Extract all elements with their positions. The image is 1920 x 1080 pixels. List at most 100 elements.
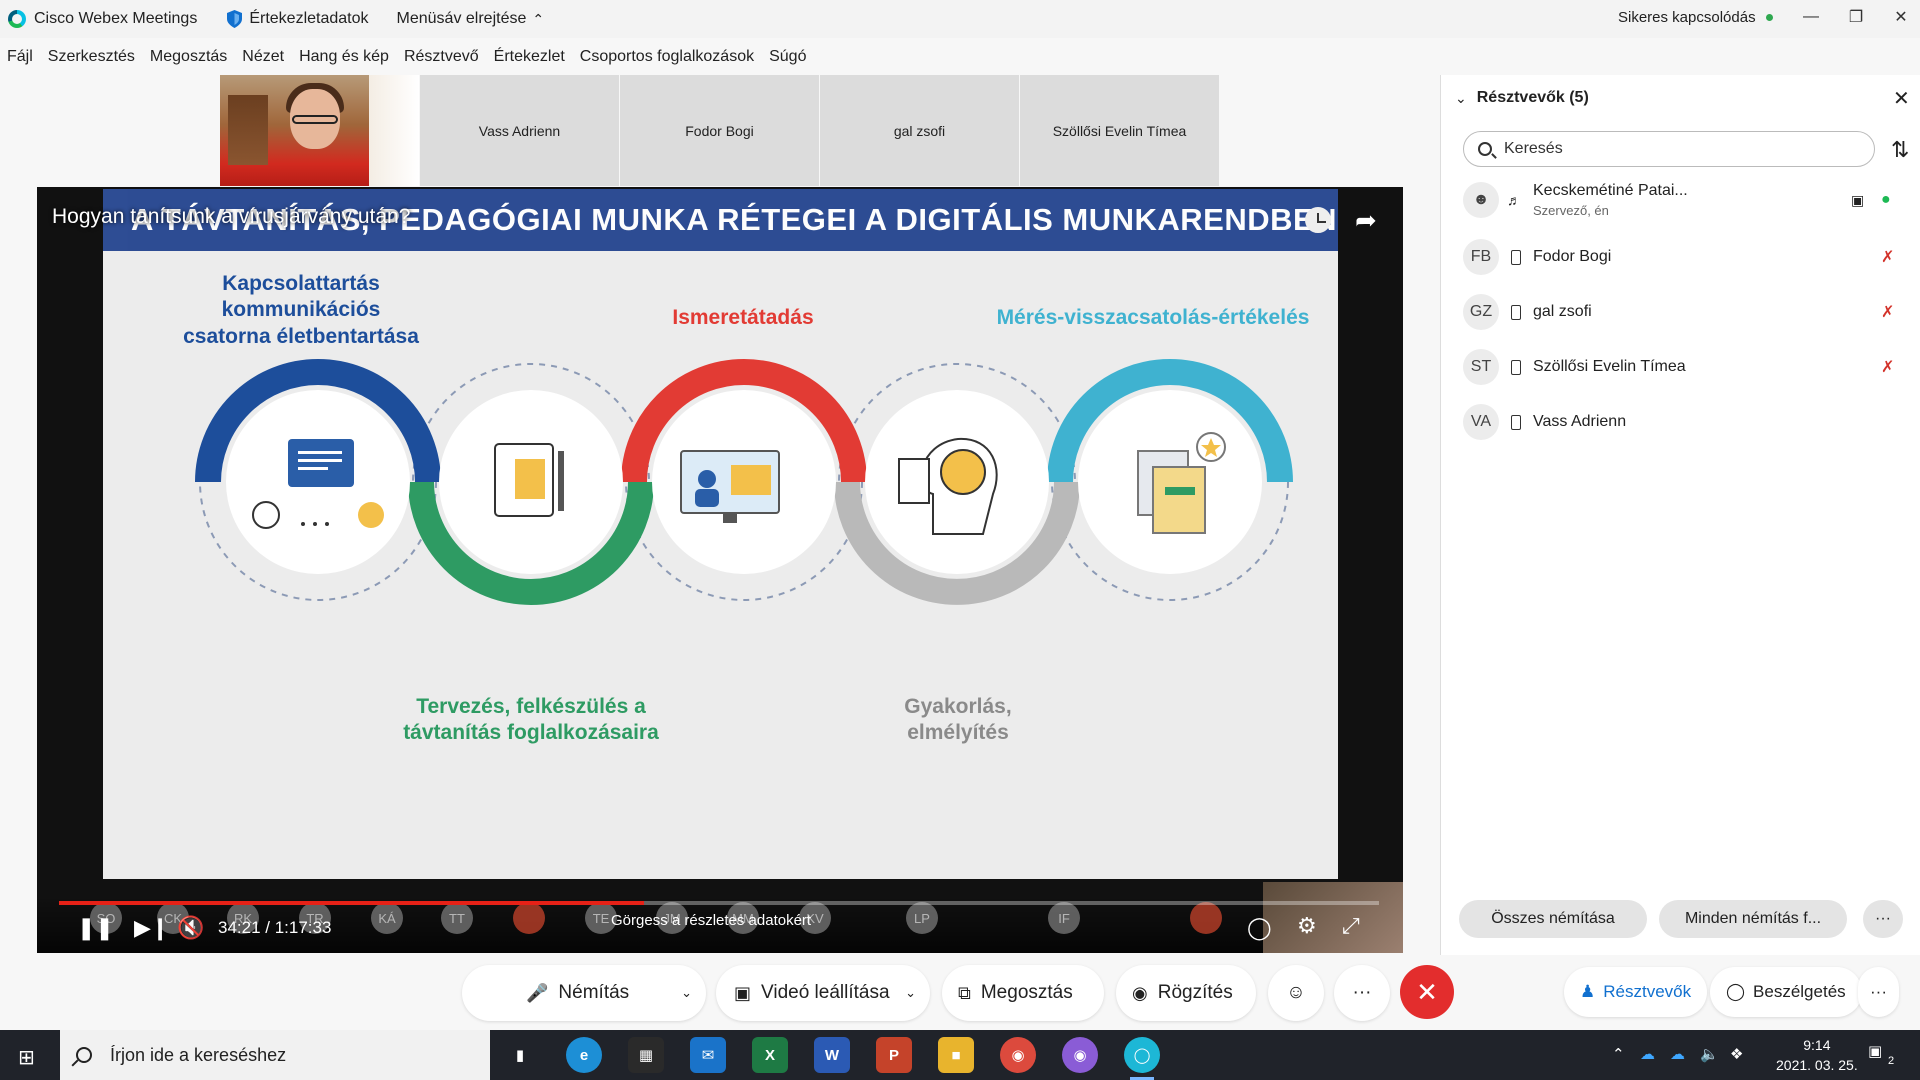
stop-video-button[interactable]: ▣ Videó leállítása ⌄ <box>716 965 930 1021</box>
volume-icon[interactable]: 🔈 <box>1700 1045 1719 1063</box>
word-icon[interactable]: W <box>814 1037 850 1073</box>
thumbnail-szollosi-evelin[interactable]: Szöllősi Evelin Tímea <box>1020 75 1219 186</box>
thumbnail-vass-adrienn[interactable]: Vass Adrienn <box>420 75 619 186</box>
video-time: 34:21 / 1:17:33 <box>218 918 332 937</box>
chrome-icon[interactable]: ◉ <box>1000 1037 1036 1073</box>
hide-menu-button[interactable]: Menüsáv elrejtése ⌃ <box>397 10 545 28</box>
participant-row[interactable]: FB Fodor Bogi ✗ <box>1463 235 1903 279</box>
meeting-info-label: Értekezletadatok <box>249 10 369 27</box>
thumbnail-fodor-bogi[interactable]: Fodor Bogi <box>620 75 819 186</box>
share-button[interactable]: ⧉ Megosztás <box>942 965 1104 1021</box>
photo-app-icon[interactable]: ◉ <box>1062 1037 1098 1073</box>
video-thumbnails: Vass Adrienn Fodor Bogi gal zsofi Szöllő… <box>220 75 1220 186</box>
participant-name: Szöllősi Evelin Tímea <box>1533 358 1686 375</box>
file-explorer-icon[interactable]: ■ <box>938 1037 974 1073</box>
watch-later-icon[interactable] <box>1305 207 1331 233</box>
window-controls: — ❐ ✕ <box>1785 0 1920 38</box>
task-view-icon[interactable]: ▮ <box>502 1037 538 1073</box>
participant-row[interactable]: VA Vass Adrienn <box>1463 400 1903 444</box>
edge-browser-icon[interactable]: e <box>566 1037 602 1073</box>
taskbar-search-placeholder: Írjon ide a kereséshez <box>110 1044 287 1065</box>
record-button[interactable]: ◉ Rögzítés <box>1116 965 1256 1021</box>
menu-participant[interactable]: Résztvevő <box>404 48 479 66</box>
settings-gear-icon[interactable]: ⚙ <box>1297 913 1317 939</box>
chat-toggle-button[interactable]: ◯ Beszélgetés <box>1710 967 1862 1017</box>
unmute-all-button[interactable]: Minden némítás f... <box>1659 900 1847 938</box>
chevron-down-icon[interactable]: ⌄ <box>681 985 692 1001</box>
panel-options-button[interactable]: ··· <box>1858 967 1899 1017</box>
participant-row[interactable]: GZ gal zsofi ✗ <box>1463 290 1903 334</box>
title-bar: Cisco Webex Meetings Értekezletadatok Me… <box>0 0 1920 38</box>
reactions-button[interactable]: ☺ <box>1268 965 1324 1021</box>
menu-breakout[interactable]: Csoportos foglalkozások <box>580 48 754 66</box>
more-options-button[interactable]: ··· <box>1334 965 1390 1021</box>
participant-name: Kecskemétiné Patai... Szervező, én <box>1533 182 1688 218</box>
panel-more-button[interactable]: ··· <box>1863 900 1903 938</box>
onedrive-business-icon[interactable]: ☁ <box>1670 1045 1685 1063</box>
participant-row-host[interactable]: ☻ ♬ Kecskemétiné Patai... Szervező, én ▣… <box>1463 178 1903 222</box>
close-panel-icon[interactable]: ✕ <box>1893 86 1910 111</box>
thumbnail-gal-zsofi[interactable]: gal zsofi <box>820 75 1019 186</box>
mute-volume-icon[interactable]: 🔇 <box>177 915 204 941</box>
share-arrow-icon[interactable]: ➦ <box>1355 205 1377 236</box>
status-dot-icon <box>1765 14 1773 21</box>
participants-header[interactable]: ⌄ Résztvevők (5) <box>1455 89 1589 107</box>
autoplay-toggle-icon[interactable]: ◯ <box>1247 915 1272 941</box>
mute-all-button[interactable]: Összes némítása <box>1459 900 1647 938</box>
self-camera-thumbnail[interactable] <box>220 75 419 186</box>
microphone-muted-icon[interactable]: ✗ <box>1881 247 1894 267</box>
mute-label: Némítás <box>558 982 630 1003</box>
menu-bar: Fájl Szerkesztés Megosztás Nézet Hang és… <box>0 38 1440 76</box>
microphone-muted-icon[interactable]: ✗ <box>1881 357 1894 377</box>
menu-share[interactable]: Megosztás <box>150 48 227 66</box>
menu-edit[interactable]: Szerkesztés <box>48 48 135 66</box>
chevron-up-icon[interactable]: ⌃ <box>1612 1045 1625 1063</box>
menu-view[interactable]: Nézet <box>242 48 284 66</box>
menu-help[interactable]: Súgó <box>769 48 806 66</box>
participants-toggle-button[interactable]: ♟ Résztvevők <box>1564 967 1708 1017</box>
sort-icon[interactable]: ⇅ <box>1891 137 1909 163</box>
app-title: Cisco Webex Meetings <box>8 10 197 28</box>
powerpoint-icon[interactable]: P <box>876 1037 912 1073</box>
menu-meeting[interactable]: Értekezlet <box>494 48 565 66</box>
meeting-info-button[interactable]: Értekezletadatok <box>227 10 369 28</box>
participant-initials: GZ <box>1463 294 1499 330</box>
participant-row[interactable]: ST Szöllősi Evelin Tímea ✗ <box>1463 345 1903 389</box>
video-camera-icon: ▣ <box>1851 191 1865 208</box>
record-label: Rögzítés <box>1157 982 1233 1003</box>
video-progress-bar[interactable] <box>59 901 1379 905</box>
webex-logo-icon <box>8 10 26 28</box>
participant-search-input[interactable]: Keresés <box>1463 131 1875 167</box>
search-icon <box>1478 142 1492 156</box>
system-clock[interactable]: 9:14 2021. 03. 25. <box>1776 1035 1858 1075</box>
close-window-icon[interactable]: ✕ <box>1882 0 1920 34</box>
shared-video[interactable]: A TÁVTANÍTÁS, PEDAGÓGIAI MUNKA RÉTEGEI A… <box>37 187 1403 953</box>
onedrive-icon[interactable]: ☁ <box>1640 1045 1655 1063</box>
minimize-icon[interactable]: — <box>1792 0 1830 34</box>
store-icon[interactable]: ▦ <box>628 1037 664 1073</box>
notifications-icon[interactable]: ▣ <box>1868 1042 1882 1060</box>
strip-avatar: KÁ <box>371 902 403 934</box>
excel-icon[interactable]: X <box>752 1037 788 1073</box>
chevron-down-icon[interactable]: ⌄ <box>905 985 916 1001</box>
mail-icon[interactable]: ✉ <box>690 1037 726 1073</box>
menu-file[interactable]: Fájl <box>7 48 33 66</box>
restore-icon[interactable]: ❐ <box>1837 0 1875 34</box>
background-window <box>369 75 419 186</box>
leave-meeting-button[interactable]: ✕ <box>1400 965 1454 1019</box>
mute-button[interactable]: 🎤 Némítás ⌄ <box>462 965 706 1021</box>
windows-start-icon[interactable]: ⊞ <box>18 1045 35 1070</box>
exit-fullscreen-icon[interactable]: ⤢ <box>1342 913 1360 939</box>
next-icon[interactable]: ▶❙ <box>134 915 169 941</box>
microphone-on-icon[interactable]: ● <box>1881 191 1891 209</box>
webex-taskbar-icon[interactable]: ◯ <box>1124 1037 1160 1080</box>
microphone-muted-icon[interactable]: ✗ <box>1881 302 1894 322</box>
pause-icon[interactable]: ❚❚ <box>77 915 114 941</box>
menu-audio-video[interactable]: Hang és kép <box>299 48 389 66</box>
mobile-device-icon <box>1511 414 1521 430</box>
taskbar-search-input[interactable]: Írjon ide a kereséshez <box>60 1030 490 1080</box>
label-ismeretatadas: Ismeretátadás <box>672 306 814 329</box>
dropbox-icon[interactable]: ❖ <box>1730 1045 1743 1063</box>
avatar-person-icon: ☻ <box>1463 182 1499 218</box>
search-placeholder: Keresés <box>1504 140 1563 157</box>
